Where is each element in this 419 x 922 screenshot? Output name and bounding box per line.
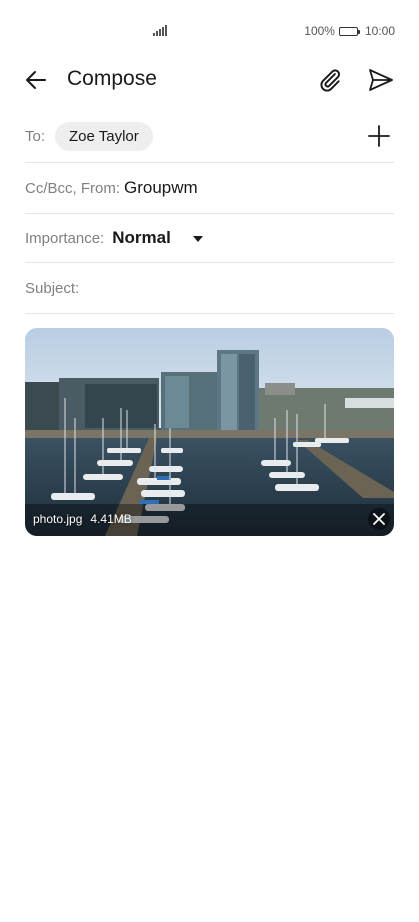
battery-icon [338, 26, 360, 36]
back-button[interactable] [22, 66, 50, 94]
battery-percent: 100% [304, 24, 335, 38]
add-recipient-button[interactable] [366, 123, 392, 149]
status-bar: 100% 10:00 [0, 0, 419, 62]
to-label: To: [25, 127, 46, 145]
cc-bcc-from-label: Cc/Bcc, From: [25, 179, 121, 197]
send-icon [369, 69, 393, 91]
importance-row: Importance: Normal [25, 214, 394, 263]
importance-label: Importance: [25, 229, 105, 247]
subject-input[interactable] [85, 279, 394, 297]
attachment-size: 4.41MB [90, 512, 132, 526]
remove-attachment-button[interactable] [368, 508, 390, 530]
paperclip-icon [320, 69, 341, 92]
from-account: Groupwm [124, 178, 198, 197]
to-row: To: Zoe Taylor [25, 110, 394, 163]
send-button[interactable] [366, 66, 396, 94]
back-arrow-icon [26, 71, 46, 89]
page-title: Compose [67, 67, 157, 90]
plus-icon [368, 125, 390, 147]
dropdown-arrow-icon [192, 236, 203, 242]
cc-bcc-from-row[interactable]: Cc/Bcc, From: Groupwm [25, 163, 394, 214]
attachment-preview[interactable]: photo.jpg 4.41MB [25, 328, 394, 536]
recipient-chip[interactable]: Zoe Taylor [55, 121, 153, 151]
attachment-filename: photo.jpg [33, 512, 83, 526]
close-icon [373, 513, 385, 525]
clock: 10:00 [364, 24, 395, 38]
importance-dropdown[interactable]: Normal [104, 228, 203, 248]
subject-row: Subject: [25, 263, 394, 314]
attachment-photo [25, 328, 394, 536]
signal-icon [153, 25, 167, 36]
subject-label: Subject: [25, 279, 80, 297]
app-bar: Compose [0, 58, 419, 102]
attach-button[interactable] [316, 66, 344, 94]
importance-value: Normal [112, 228, 171, 247]
